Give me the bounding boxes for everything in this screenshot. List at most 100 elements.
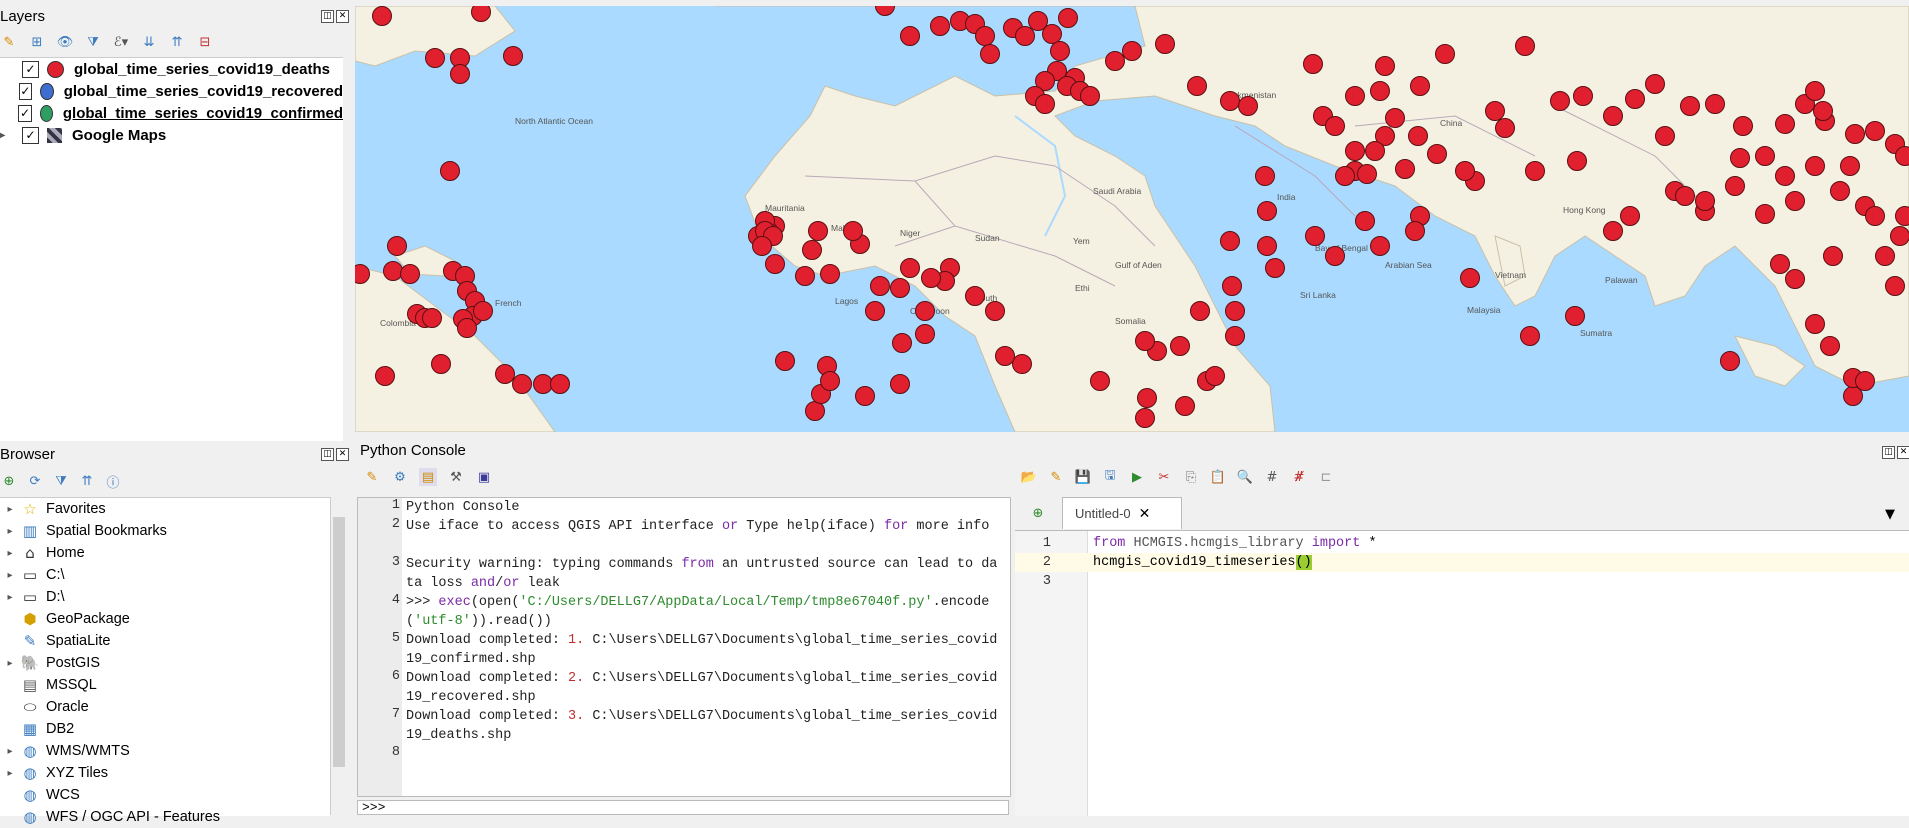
layer-item[interactable]: ✓global_time_series_covid19_confirmed bbox=[0, 102, 343, 124]
covid-marker[interactable] bbox=[1256, 167, 1275, 186]
close-icon[interactable]: ✕ bbox=[336, 10, 349, 23]
style-icon[interactable]: ✎ bbox=[0, 33, 18, 51]
covid-marker[interactable] bbox=[432, 355, 451, 374]
covid-marker[interactable] bbox=[1806, 82, 1825, 101]
covid-marker[interactable] bbox=[966, 287, 985, 306]
covid-marker[interactable] bbox=[922, 269, 941, 288]
covid-marker[interactable] bbox=[1366, 142, 1385, 161]
covid-marker[interactable] bbox=[1306, 227, 1325, 246]
covid-marker[interactable] bbox=[1806, 315, 1825, 334]
covid-marker[interactable] bbox=[1036, 95, 1055, 114]
covid-marker[interactable] bbox=[1371, 237, 1390, 256]
uncomment-icon[interactable]: #̸ bbox=[1290, 468, 1308, 486]
layer-item[interactable]: ✓global_time_series_covid19_recovered bbox=[0, 80, 343, 102]
open-file-icon[interactable]: 📂 bbox=[1020, 468, 1038, 486]
collapse-all-icon[interactable]: ⇈ bbox=[168, 33, 186, 51]
covid-marker[interactable] bbox=[1081, 87, 1100, 106]
covid-marker[interactable] bbox=[426, 49, 445, 68]
covid-marker[interactable] bbox=[1696, 192, 1715, 211]
covid-marker[interactable] bbox=[1496, 119, 1515, 138]
covid-marker[interactable] bbox=[1326, 247, 1345, 266]
covid-marker[interactable] bbox=[1221, 92, 1240, 111]
covid-marker[interactable] bbox=[891, 375, 910, 394]
covid-marker[interactable] bbox=[1406, 222, 1425, 241]
covid-marker[interactable] bbox=[901, 259, 920, 278]
covid-marker[interactable] bbox=[1411, 77, 1430, 96]
covid-marker[interactable] bbox=[981, 45, 1000, 64]
comment-icon[interactable]: # bbox=[1263, 468, 1281, 486]
covid-marker[interactable] bbox=[866, 302, 885, 321]
editor-body[interactable]: 1from HCMGIS.hcmgis_library import *2hcm… bbox=[1015, 530, 1909, 816]
covid-marker[interactable] bbox=[1386, 109, 1405, 128]
expression-filter-icon[interactable]: ℰ▾ bbox=[112, 33, 130, 51]
map-canvas[interactable]: MauritaniaMaliNigerSudanSouthCameroonSom… bbox=[355, 6, 1909, 432]
refresh-icon[interactable]: ⟳ bbox=[26, 472, 44, 490]
paste-icon[interactable]: 📋 bbox=[1209, 468, 1227, 486]
covid-marker[interactable] bbox=[1336, 167, 1355, 186]
browser-scrollbar[interactable] bbox=[330, 497, 348, 815]
covid-marker[interactable] bbox=[1358, 165, 1377, 184]
covid-marker[interactable] bbox=[1786, 192, 1805, 211]
covid-marker[interactable] bbox=[1191, 302, 1210, 321]
covid-marker[interactable] bbox=[1106, 52, 1125, 71]
covid-marker[interactable] bbox=[1136, 332, 1155, 351]
collapse-all-icon[interactable]: ⇈ bbox=[78, 472, 96, 490]
covid-marker[interactable] bbox=[1176, 397, 1195, 416]
close-icon[interactable]: ✕ bbox=[336, 448, 349, 461]
covid-marker[interactable] bbox=[1428, 145, 1447, 164]
object-inspector-icon[interactable]: ⊏ bbox=[1317, 468, 1335, 486]
covid-marker[interactable] bbox=[1171, 337, 1190, 356]
covid-marker[interactable] bbox=[986, 302, 1005, 321]
browser-item[interactable]: ▦DB2 bbox=[0, 718, 330, 740]
new-tab-icon[interactable]: ⊕ bbox=[1029, 504, 1047, 522]
covid-marker[interactable] bbox=[1771, 255, 1790, 274]
covid-marker[interactable] bbox=[496, 365, 515, 384]
covid-marker[interactable] bbox=[1138, 389, 1157, 408]
covid-marker[interactable] bbox=[513, 375, 532, 394]
covid-marker[interactable] bbox=[856, 387, 875, 406]
close-icon[interactable]: ✕ bbox=[1897, 446, 1909, 459]
covid-marker[interactable] bbox=[1574, 87, 1593, 106]
covid-marker[interactable] bbox=[876, 6, 895, 16]
covid-marker[interactable] bbox=[1626, 90, 1645, 109]
covid-marker[interactable] bbox=[916, 325, 935, 344]
covid-marker[interactable] bbox=[1304, 55, 1323, 74]
covid-marker[interactable] bbox=[844, 222, 863, 241]
cut-icon[interactable]: ✂ bbox=[1155, 468, 1173, 486]
covid-marker[interactable] bbox=[776, 352, 795, 371]
covid-marker[interactable] bbox=[916, 302, 935, 321]
covid-marker[interactable] bbox=[1016, 27, 1035, 46]
expand-icon[interactable]: ▸ bbox=[0, 526, 20, 537]
browser-item[interactable]: ◍WFS / OGC API - Features bbox=[0, 806, 330, 828]
covid-marker[interactable] bbox=[401, 265, 420, 284]
float-icon[interactable]: ◫ bbox=[321, 10, 334, 23]
covid-marker[interactable] bbox=[1136, 409, 1155, 428]
covid-marker[interactable] bbox=[1706, 95, 1725, 114]
covid-marker[interactable] bbox=[1786, 270, 1805, 289]
covid-marker[interactable] bbox=[996, 347, 1015, 366]
copy-icon[interactable]: ⎘ bbox=[1182, 468, 1200, 486]
expand-icon[interactable]: ▸ bbox=[0, 570, 20, 581]
covid-marker[interactable] bbox=[1258, 202, 1277, 221]
covid-marker[interactable] bbox=[1551, 92, 1570, 111]
covid-marker[interactable] bbox=[423, 309, 442, 328]
covid-marker[interactable] bbox=[1346, 87, 1365, 106]
covid-marker[interactable] bbox=[1226, 302, 1245, 321]
browser-item[interactable]: ⬭Oracle bbox=[0, 696, 330, 718]
covid-marker[interactable] bbox=[1206, 367, 1225, 386]
covid-marker[interactable] bbox=[1776, 167, 1795, 186]
browser-item[interactable]: ▸▥Spatial Bookmarks bbox=[0, 520, 330, 542]
browser-item[interactable]: ▸▭D:\ bbox=[0, 586, 330, 608]
covid-marker[interactable] bbox=[1681, 97, 1700, 116]
covid-marker[interactable] bbox=[1886, 277, 1905, 296]
covid-marker[interactable] bbox=[796, 267, 815, 286]
covid-marker[interactable] bbox=[1776, 115, 1795, 134]
expand-icon[interactable]: ▸ bbox=[0, 768, 20, 779]
covid-marker[interactable] bbox=[474, 302, 493, 321]
covid-marker[interactable] bbox=[1721, 352, 1740, 371]
covid-marker[interactable] bbox=[1376, 57, 1395, 76]
filter-icon[interactable]: ⧩ bbox=[84, 33, 102, 51]
covid-marker[interactable] bbox=[1188, 77, 1207, 96]
covid-marker[interactable] bbox=[451, 65, 470, 84]
covid-marker[interactable] bbox=[1831, 182, 1850, 201]
